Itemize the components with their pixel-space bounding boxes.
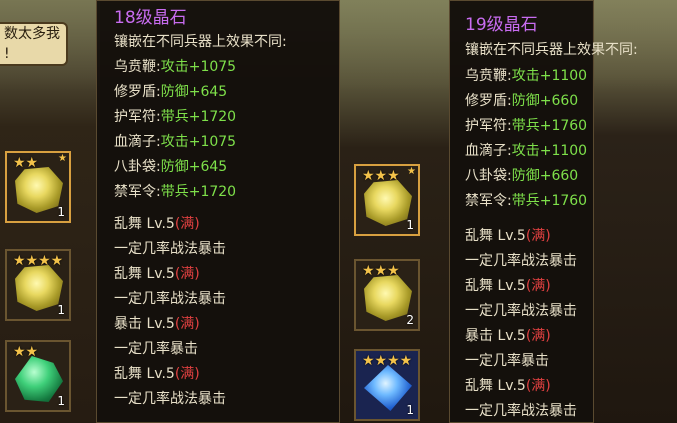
effect-line: 修罗盾:防御+660 <box>465 93 579 109</box>
yellow-crystal-icon <box>15 167 63 213</box>
notice-line-2: ! <box>4 46 10 62</box>
effect-line: 八卦袋:防御+645 <box>114 159 228 175</box>
green-crystal-icon <box>15 356 63 402</box>
item-count: 2 <box>406 313 414 327</box>
gem-slot[interactable]: ★★ ★ 1 <box>5 151 71 223</box>
gem-slot[interactable]: ★★★ 2 <box>354 259 420 331</box>
item-count: 1 <box>57 394 65 408</box>
effect-line: 修罗盾:防御+645 <box>114 84 228 100</box>
tooltip-subtitle: 镶嵌在不同兵器上效果不同: <box>114 34 287 50</box>
notice-line-1: 数太多我 <box>4 26 60 42</box>
skill-desc: 一定几率战法暴击 <box>114 391 226 407</box>
gem-slot[interactable]: ★★★★ 1 <box>354 349 420 421</box>
skill-line: 乱舞 Lv.5(满) <box>114 216 200 232</box>
skill-line: 乱舞 Lv.5(满) <box>465 278 551 294</box>
yellow-crystal-icon <box>364 180 412 226</box>
skill-desc: 一定几率战法暴击 <box>465 303 577 319</box>
yellow-crystal-icon <box>15 265 63 311</box>
effect-line: 乌贲鞭:攻击+1075 <box>114 59 237 75</box>
star-corner-icon: ★ <box>58 153 67 164</box>
notice-panel: 数太多我 ! <box>0 22 68 66</box>
skill-line: 暴击 Lv.5(满) <box>465 328 551 344</box>
skill-desc: 一定几率战法暴击 <box>465 403 577 419</box>
tooltip-title: 19级晶石 <box>465 15 538 35</box>
yellow-crystal-icon <box>364 275 412 321</box>
effect-line: 八卦袋:防御+660 <box>465 168 579 184</box>
skill-desc: 一定几率战法暴击 <box>465 253 577 269</box>
tooltip-title: 18级晶石 <box>114 8 187 28</box>
skill-line: 乱舞 Lv.5(满) <box>465 378 551 394</box>
tooltip-subtitle: 镶嵌在不同兵器上效果不同: <box>465 42 638 58</box>
skill-line: 乱舞 Lv.5(满) <box>114 366 200 382</box>
star-corner-icon: ★ <box>407 166 416 177</box>
effect-line: 乌贲鞭:攻击+1100 <box>465 68 588 84</box>
skill-line: 暴击 Lv.5(满) <box>114 316 200 332</box>
gem-slot[interactable]: ★★★ ★ 1 <box>354 164 420 236</box>
item-count: 1 <box>406 218 414 232</box>
effect-line: 血滴子:攻击+1075 <box>114 134 237 150</box>
effect-line: 血滴子:攻击+1100 <box>465 143 588 159</box>
effect-line: 护军符:带兵+1760 <box>465 118 588 134</box>
effect-line: 护军符:带兵+1720 <box>114 109 237 125</box>
item-count: 1 <box>57 205 65 219</box>
skill-desc: 一定几率战法暴击 <box>114 241 226 257</box>
gem-slot[interactable]: ★★ 1 <box>5 340 71 412</box>
item-tooltip-18: 18级晶石 镶嵌在不同兵器上效果不同: 乌贲鞭:攻击+1075 修罗盾:防御+6… <box>96 0 340 423</box>
skill-line: 乱舞 Lv.5(满) <box>465 228 551 244</box>
skill-desc: 一定几率战法暴击 <box>114 291 226 307</box>
effect-line: 禁军令:带兵+1720 <box>114 184 237 200</box>
skill-desc: 一定几率暴击 <box>465 353 549 369</box>
skill-desc: 一定几率暴击 <box>114 341 198 357</box>
item-tooltip-19: 19级晶石 镶嵌在不同兵器上效果不同: 乌贲鞭:攻击+1100 修罗盾:防御+6… <box>449 0 638 423</box>
gem-slot[interactable]: ★★★★ 1 <box>5 249 71 321</box>
blue-crystal-icon <box>364 365 412 411</box>
effect-line: 禁军令:带兵+1760 <box>465 193 588 209</box>
skill-line: 乱舞 Lv.5(满) <box>114 266 200 282</box>
item-count: 1 <box>57 303 65 317</box>
item-count: 1 <box>406 403 414 417</box>
